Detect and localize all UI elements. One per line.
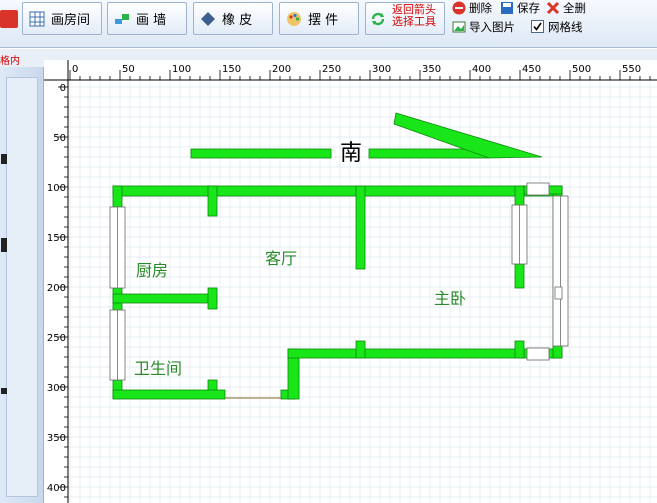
ruler-y-label: 350 (47, 433, 66, 444)
left-tool-panel (0, 67, 44, 503)
ruler-x-label: 400 (472, 64, 491, 75)
panel-marker-1 (1, 154, 7, 164)
kitchen-door-stub (207, 287, 218, 310)
red-x-icon (546, 1, 560, 15)
delete-circle-icon (452, 1, 466, 15)
toolbar-edge-icon (0, 10, 18, 28)
image-icon (452, 20, 466, 34)
kitchen-partition-stub (207, 185, 218, 217)
kitchen-bottom-wall (112, 293, 218, 304)
floorplan-editor-window: 画房间 画 墙 橡 皮 摆 件 返回箭头 选择工具 删除 保存 全删 导入图片 … (0, 0, 657, 503)
save-disk-icon (500, 1, 514, 15)
ruler-x-label: 450 (522, 64, 541, 75)
left-wall-upper (112, 185, 123, 208)
panel-marker-2 (1, 238, 7, 252)
ruler-y-label: 150 (47, 233, 66, 244)
import-image-button[interactable]: 导入图片 (452, 19, 515, 35)
right-wall-mid (514, 263, 525, 289)
ruler-x-label: 500 (572, 64, 591, 75)
grid-room-icon (29, 11, 45, 27)
ruler-x-label: 100 (172, 64, 191, 75)
ruler-x-label: 350 (422, 64, 441, 75)
bedroom-partition-bottom-stub (355, 340, 366, 359)
draw-room-button[interactable]: 画房间 (22, 2, 102, 35)
ruler-y-label: 0 (60, 83, 66, 94)
ruler-y-label: 200 (47, 283, 66, 294)
status-label: 格内 (0, 56, 20, 67)
save-button[interactable]: 保存 (500, 0, 540, 16)
balcony-top-window (526, 182, 550, 196)
panel-marker-3 (1, 388, 7, 394)
room-label-kitchen: 厨房 (136, 261, 168, 280)
ruler-x-label: 300 (372, 64, 391, 75)
room-label-master: 主卧 (434, 289, 466, 308)
furnish-label: 摆 件 (308, 13, 339, 28)
delete-all-button[interactable]: 全删 (546, 0, 586, 16)
ruler-x-label: 200 (272, 64, 291, 75)
ruler-x-label: 50 (122, 64, 135, 75)
ruler-y-label: 50 (53, 133, 66, 144)
balcony-window-handle (554, 286, 563, 300)
right-wall-bottom-stub (514, 340, 525, 359)
south-direction-arrow (190, 112, 543, 159)
ruler-x-label: 250 (322, 64, 341, 75)
left-tool-list[interactable] (1, 77, 38, 497)
checkbox-checked-icon (531, 20, 545, 34)
palette-icon (286, 11, 302, 27)
room-label-bathroom: 卫生间 (134, 359, 182, 378)
top-ruler (44, 60, 657, 80)
grid-lines-checkbox[interactable]: 网格线 (531, 19, 583, 35)
ruler-y-label: 300 (47, 383, 66, 394)
bedroom-partition (355, 185, 366, 270)
furnish-button[interactable]: 摆 件 (279, 2, 359, 35)
back-select-tool-label: 返回箭头 选择工具 (392, 3, 436, 28)
balcony-bottom-window (526, 347, 550, 361)
grid-lines (68, 80, 657, 503)
top-wall (112, 185, 563, 197)
refresh-arrows-icon (370, 11, 386, 27)
room-label-living: 客厅 (265, 249, 297, 268)
eraser-button[interactable]: 橡 皮 (193, 2, 273, 35)
bottom-wall-left (112, 389, 226, 400)
drawing-canvas[interactable]: 0 50 100 150 200 250 300 350 400 450 500 550 0 50 100… (44, 60, 657, 503)
wall-brush-icon (114, 11, 130, 27)
draw-wall-label: 画 墙 (136, 13, 167, 28)
ruler-y-label: 100 (47, 183, 66, 194)
delete-button[interactable]: 删除 (452, 0, 492, 16)
ruler-x-label: 150 (222, 64, 241, 75)
ruler-x-label: 550 (622, 64, 641, 75)
ruler-x-label: 0 (72, 64, 78, 75)
eraser-icon (200, 11, 216, 27)
ruler-y-label: 250 (47, 333, 66, 344)
toolbar: 画房间 画 墙 橡 皮 摆 件 返回箭头 选择工具 删除 保存 全删 导入图片 … (0, 0, 657, 48)
eraser-label: 橡 皮 (222, 13, 253, 28)
right-wall-upper (514, 185, 525, 206)
draw-wall-button[interactable]: 画 墙 (107, 2, 187, 35)
south-direction-label: 南 (340, 141, 362, 166)
draw-room-label: 画房间 (51, 13, 91, 28)
ruler-y-label: 400 (47, 483, 66, 494)
